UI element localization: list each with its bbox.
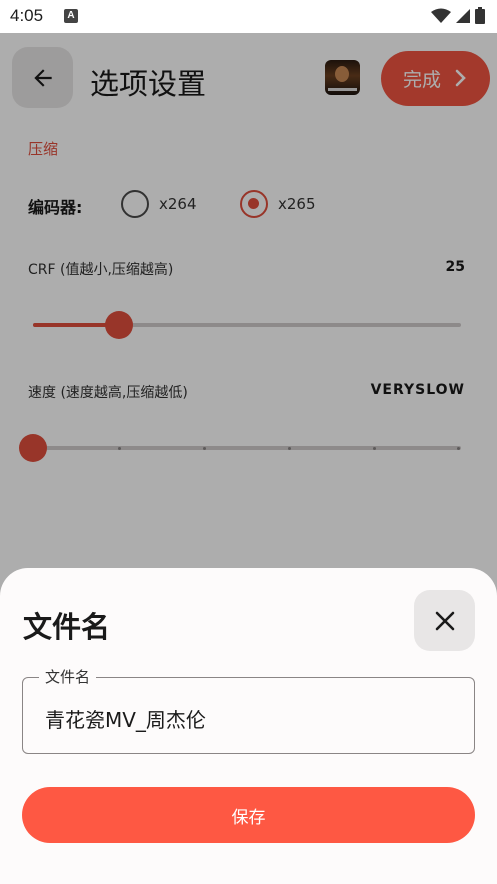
filename-input[interactable]: 青花瓷MV_周杰伦	[45, 704, 206, 733]
filename-bottom-sheet: 文件名 文件名 青花瓷MV_周杰伦 保存	[0, 568, 497, 884]
status-bar: 4:05 A	[0, 0, 497, 33]
wifi-icon	[431, 8, 451, 23]
status-icons	[431, 7, 485, 24]
filename-field[interactable]: 文件名 青花瓷MV_周杰伦	[22, 666, 475, 754]
notification-icon: A	[64, 9, 78, 23]
status-time: 4:05	[10, 6, 44, 25]
close-button[interactable]	[414, 590, 475, 651]
close-icon	[435, 611, 454, 630]
filename-field-label: 文件名	[39, 666, 97, 687]
save-button[interactable]: 保存	[22, 787, 475, 843]
sheet-title: 文件名	[23, 610, 111, 644]
save-label: 保存	[231, 807, 266, 828]
battery-icon	[475, 7, 485, 24]
signal-icon	[456, 8, 470, 23]
